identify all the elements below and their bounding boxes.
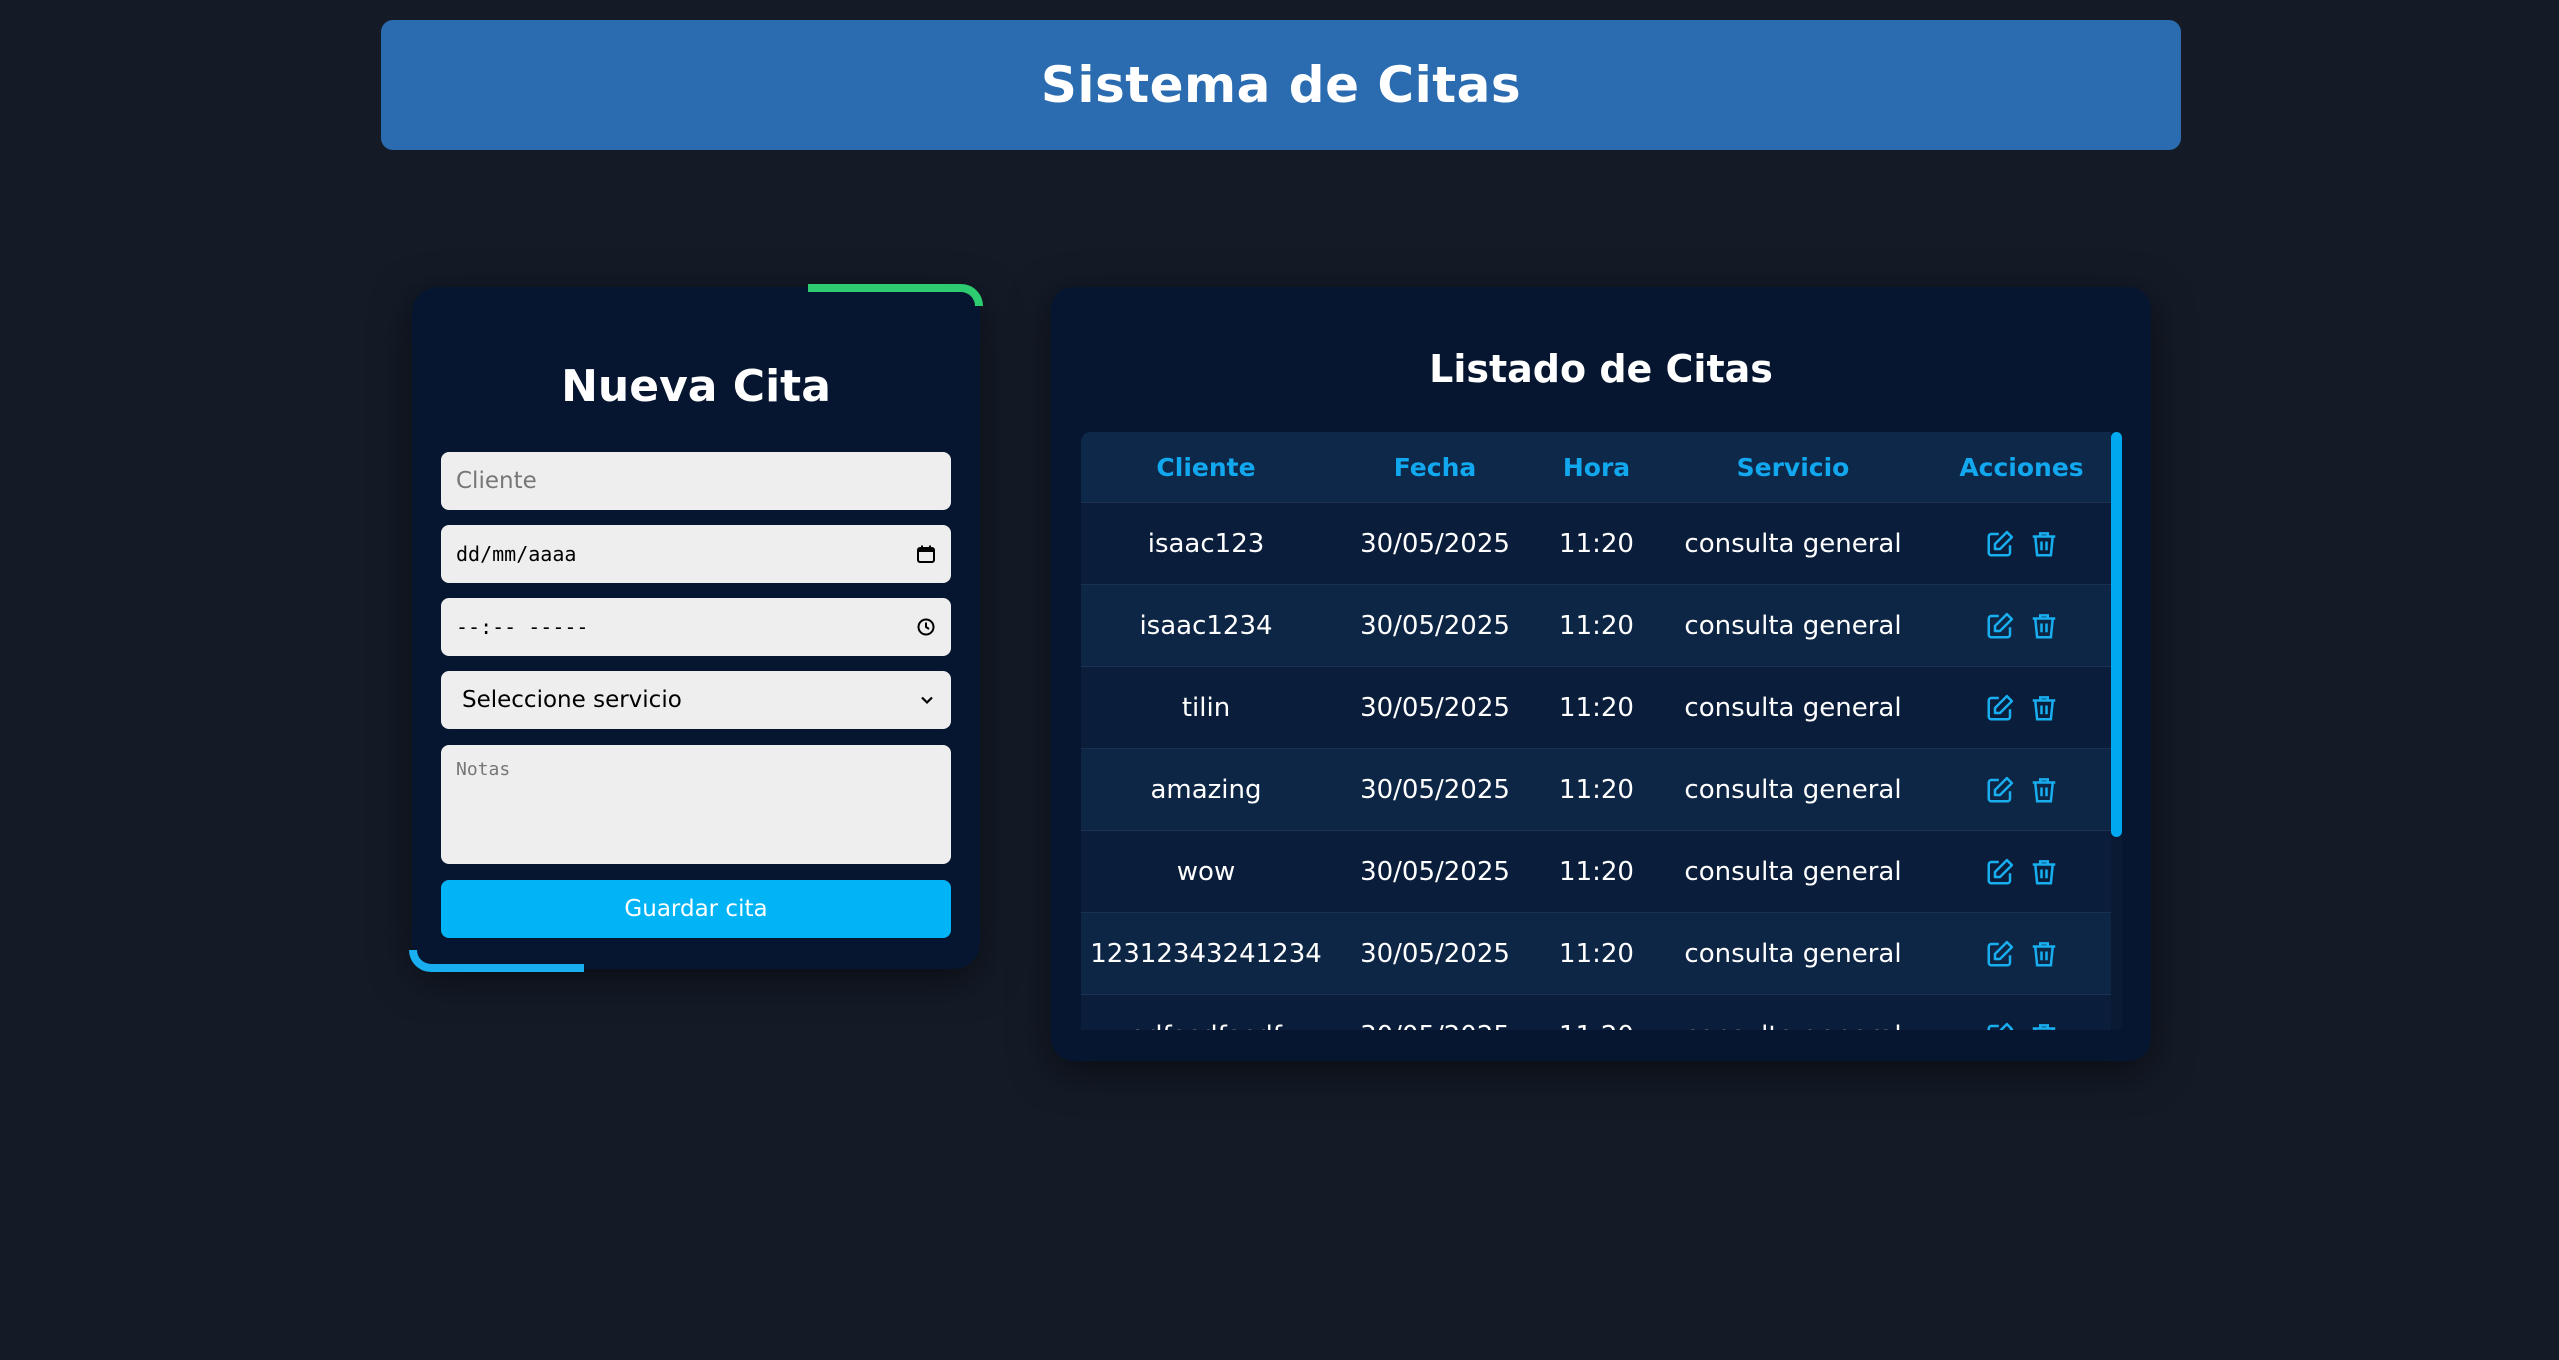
trash-icon[interactable] <box>2029 857 2059 887</box>
table-row: adfasdfasdf30/05/202511:20consulta gener… <box>1081 995 2111 1030</box>
appointments-list: Listado de Citas Cliente Fecha Hora Serv… <box>1051 287 2151 1061</box>
cell-acciones <box>1932 611 2111 641</box>
cell-acciones <box>1932 775 2111 805</box>
cell-hora: 11:20 <box>1559 774 1634 805</box>
table-scrollbar[interactable] <box>2111 432 2122 1030</box>
cell-cliente: wow <box>1176 856 1236 887</box>
edit-icon[interactable] <box>1985 529 2015 559</box>
table-row: amazing 30/05/2025 11:20 consulta general <box>1081 749 2111 831</box>
chevron-down-icon <box>918 691 936 709</box>
cell-acciones <box>1932 939 2111 969</box>
notas-textarea[interactable]: Notas <box>441 745 951 864</box>
list-title: Listado de Citas <box>1429 347 1773 391</box>
cell-acciones <box>1932 529 2111 559</box>
cell-acciones <box>1932 1021 2111 1030</box>
edit-icon[interactable] <box>1985 857 2015 887</box>
card-accent-bottom <box>409 950 584 972</box>
trash-icon[interactable] <box>2029 693 2059 723</box>
form-title: Nueva Cita <box>561 361 831 412</box>
cell-hora: 11:20 <box>1559 938 1634 969</box>
edit-icon[interactable] <box>1985 1021 2015 1030</box>
table-row: tilin 30/05/2025 11:20 consulta general <box>1081 667 2111 749</box>
trash-icon[interactable] <box>2029 611 2059 641</box>
trash-icon[interactable] <box>2029 775 2059 805</box>
cell-servicio: consulta general <box>1684 528 1902 559</box>
cell-fecha: 30/05/2025 <box>1360 856 1510 887</box>
cell-servicio: consulta general <box>1684 610 1902 641</box>
column-header-fecha[interactable]: Fecha <box>1331 453 1539 482</box>
app-header: Sistema de Citas <box>381 20 2181 150</box>
servicio-select[interactable]: Seleccione servicio <box>441 671 951 729</box>
save-button[interactable]: Guardar cita <box>441 880 951 938</box>
cell-cliente: adfasdfasdf <box>1081 1021 1331 1031</box>
servicio-selected: Seleccione servicio <box>462 687 682 713</box>
cell-servicio: consulta general <box>1684 692 1902 723</box>
card-accent-top <box>808 284 983 306</box>
cell-cliente: 12312343241234 <box>1090 938 1322 969</box>
cell-servicio: consulta general <box>1684 856 1902 887</box>
trash-icon[interactable] <box>2029 1021 2059 1030</box>
cell-servicio: consulta general <box>1654 1021 1932 1031</box>
edit-icon[interactable] <box>1985 939 2015 969</box>
page-title: Sistema de Citas <box>1040 56 1522 114</box>
cell-fecha: 30/05/2025 <box>1360 938 1510 969</box>
calendar-icon[interactable] <box>916 544 936 564</box>
cell-acciones <box>1932 693 2111 723</box>
clock-icon[interactable] <box>916 617 936 637</box>
cell-fecha: 30/05/2025 <box>1360 774 1510 805</box>
cell-hora: 11:20 <box>1559 856 1634 887</box>
fecha-input[interactable]: dd/mm/aaaa <box>441 525 951 583</box>
cell-cliente: isaac1234 <box>1139 610 1273 641</box>
cell-servicio: consulta general <box>1684 774 1902 805</box>
cell-fecha: 30/05/2025 <box>1360 692 1510 723</box>
new-appointment-form: Nueva Cita Cliente dd/mm/aaaa --:-- ----… <box>409 284 983 972</box>
table-row: isaac123 30/05/2025 11:20 consulta general <box>1081 503 2111 585</box>
cliente-placeholder: Cliente <box>456 468 537 494</box>
cliente-input[interactable]: Cliente <box>441 452 951 510</box>
table-header-row: Cliente Fecha Hora Servicio Acciones <box>1081 432 2111 503</box>
cell-hora: 11:20 <box>1539 1021 1654 1031</box>
cell-cliente: tilin <box>1181 692 1231 723</box>
appointments-table[interactable]: Cliente Fecha Hora Servicio Acciones isa… <box>1081 432 2136 1030</box>
cell-hora: 11:20 <box>1559 692 1634 723</box>
fecha-placeholder: dd/mm/aaaa <box>456 542 577 566</box>
notas-placeholder: Notas <box>456 759 511 780</box>
table-row: 12312343241234 30/05/2025 11:20 consulta ge… <box>1081 913 2111 995</box>
trash-icon[interactable] <box>2029 529 2059 559</box>
edit-icon[interactable] <box>1985 611 2015 641</box>
edit-icon[interactable] <box>1985 775 2015 805</box>
cell-fecha: 30/05/2025 <box>1360 610 1510 641</box>
cell-hora: 11:20 <box>1559 528 1634 559</box>
table-row: isaac1234 30/05/2025 11:20 consulta general <box>1081 585 2111 667</box>
cell-acciones <box>1932 857 2111 887</box>
edit-icon[interactable] <box>1985 693 2015 723</box>
column-header-acciones: Acciones <box>1959 452 2084 482</box>
cell-servicio: consulta general <box>1684 938 1902 969</box>
column-header-hora[interactable]: Hora <box>1539 453 1654 482</box>
hora-input[interactable]: --:-- ----- <box>441 598 951 656</box>
column-header-cliente[interactable]: Cliente <box>1081 453 1331 482</box>
cell-cliente: amazing <box>1150 774 1262 805</box>
trash-icon[interactable] <box>2029 939 2059 969</box>
cell-cliente: isaac123 <box>1147 528 1265 559</box>
scrollbar-thumb[interactable] <box>2111 432 2122 837</box>
hora-placeholder: --:-- ----- <box>456 615 589 639</box>
cell-hora: 11:20 <box>1559 610 1634 641</box>
cell-fecha: 30/05/2025 <box>1331 1021 1539 1031</box>
table-row: wow 30/05/2025 11:20 consulta general <box>1081 831 2111 913</box>
cell-fecha: 30/05/2025 <box>1360 528 1510 559</box>
column-header-servicio[interactable]: Servicio <box>1654 453 1932 482</box>
